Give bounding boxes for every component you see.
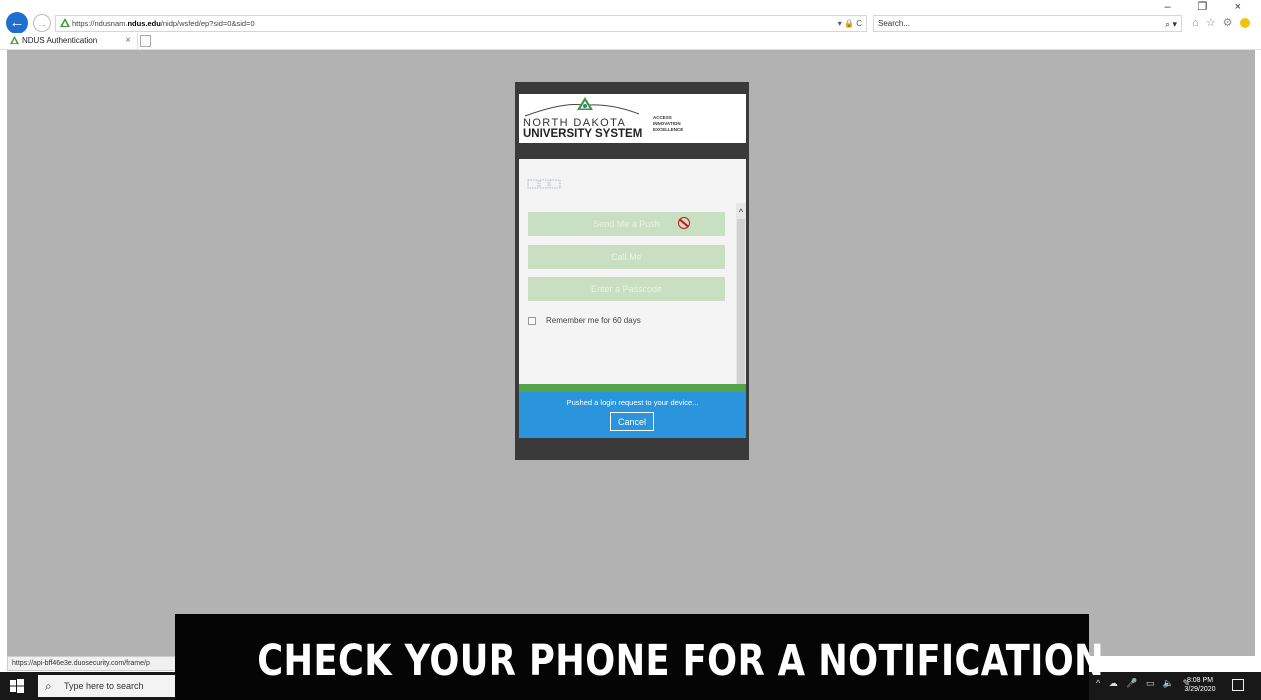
tab-close-icon[interactable]: ×	[125, 33, 131, 49]
search-icon[interactable]: ⌕ ▾	[1165, 17, 1177, 31]
tab-ndus-authentication[interactable]: NDUS Authentication ×	[6, 33, 138, 49]
new-tab-button[interactable]	[140, 35, 151, 47]
windows-start-icon[interactable]	[10, 679, 24, 693]
caption-overlay: CHECK YOUR PHONE FOR A NOTIFICATION	[175, 614, 1105, 700]
url-text: https://ndusnam.ndus.edu/nidp/wsfed/ep?s…	[72, 19, 255, 28]
action-center-icon[interactable]	[1232, 679, 1244, 691]
tagline-excellence: EXCELLENCE	[653, 127, 684, 132]
taskbar-search-box[interactable]: ⌕ Type here to search	[38, 675, 178, 697]
ndus-logo-mark-icon	[524, 97, 640, 117]
push-status-text: Pushed a login request to your device...	[566, 398, 699, 407]
remember-me-label: Remember me for 60 days	[546, 316, 641, 325]
browser-nav-bar: ← → https://ndusnam.ndus.edu/nidp/wsfed/…	[0, 0, 1261, 34]
feedback-smiley-icon[interactable]	[1239, 18, 1250, 29]
send-push-button[interactable]: Send Me a Push	[528, 212, 725, 236]
scrollbar-thumb[interactable]	[737, 219, 745, 389]
system-tray-icons[interactable]: ^ ☁ 🎤 ▭ 🔈 ✎	[1096, 678, 1193, 689]
taskbar-search-placeholder: Type here to search	[64, 681, 144, 691]
back-button[interactable]: ←	[6, 12, 28, 34]
address-controls[interactable]: ▾ 🔒 C	[838, 17, 862, 31]
clock-date: 3/29/2020	[1184, 686, 1216, 693]
logo-name-line2: UNIVERSITY SYSTEM	[523, 128, 643, 140]
taskbar-search-icon: ⌕	[45, 679, 52, 693]
tab-favicon-icon	[10, 36, 19, 45]
caption-text: CHECK YOUR PHONE FOR A NOTIFICATION	[257, 636, 1105, 686]
clock-time: 8:08 PM	[1186, 677, 1214, 684]
duo-logo-icon	[527, 179, 561, 189]
forward-button[interactable]: →	[33, 14, 51, 32]
enter-passcode-button[interactable]: Enter a Passcode	[528, 277, 725, 301]
browser-toolbar-icons[interactable]: ⌂ ☆ ⚙	[1192, 15, 1250, 31]
browser-search-input[interactable]	[878, 17, 1148, 30]
browser-search-box[interactable]: ⌕ ▾	[873, 15, 1182, 32]
duo-auth-frame: Send Me a Push Call Me Enter a Passcode …	[519, 159, 746, 438]
remember-me-checkbox[interactable]	[528, 317, 536, 325]
cancel-button[interactable]: Cancel	[610, 412, 654, 431]
tab-bar: NDUS Authentication ×	[0, 33, 1261, 50]
not-allowed-cursor-icon	[678, 217, 690, 229]
scroll-up-arrow-icon[interactable]: ^	[736, 207, 746, 217]
call-me-button[interactable]: Call Me	[528, 245, 725, 269]
home-star-gear-icons[interactable]: ⌂ ☆ ⚙	[1192, 17, 1234, 29]
ndus-logo-panel: NORTH DAKOTA UNIVERSITY SYSTEM ACCESS IN…	[519, 94, 746, 143]
logo-tagline: ACCESS INNOVATION EXCELLENCE	[653, 115, 683, 133]
tab-title: NDUS Authentication	[22, 36, 98, 45]
window-controls[interactable]: – ❐ ×	[1164, 0, 1253, 14]
address-bar[interactable]: https://ndusnam.ndus.edu/nidp/wsfed/ep?s…	[55, 15, 867, 32]
site-favicon-icon	[60, 18, 70, 27]
status-bar-url: https://api-bff46e3e.duosecurity.com/fra…	[7, 656, 177, 671]
taskbar-clock[interactable]: 8:08 PM 3/29/2020	[1182, 676, 1218, 694]
